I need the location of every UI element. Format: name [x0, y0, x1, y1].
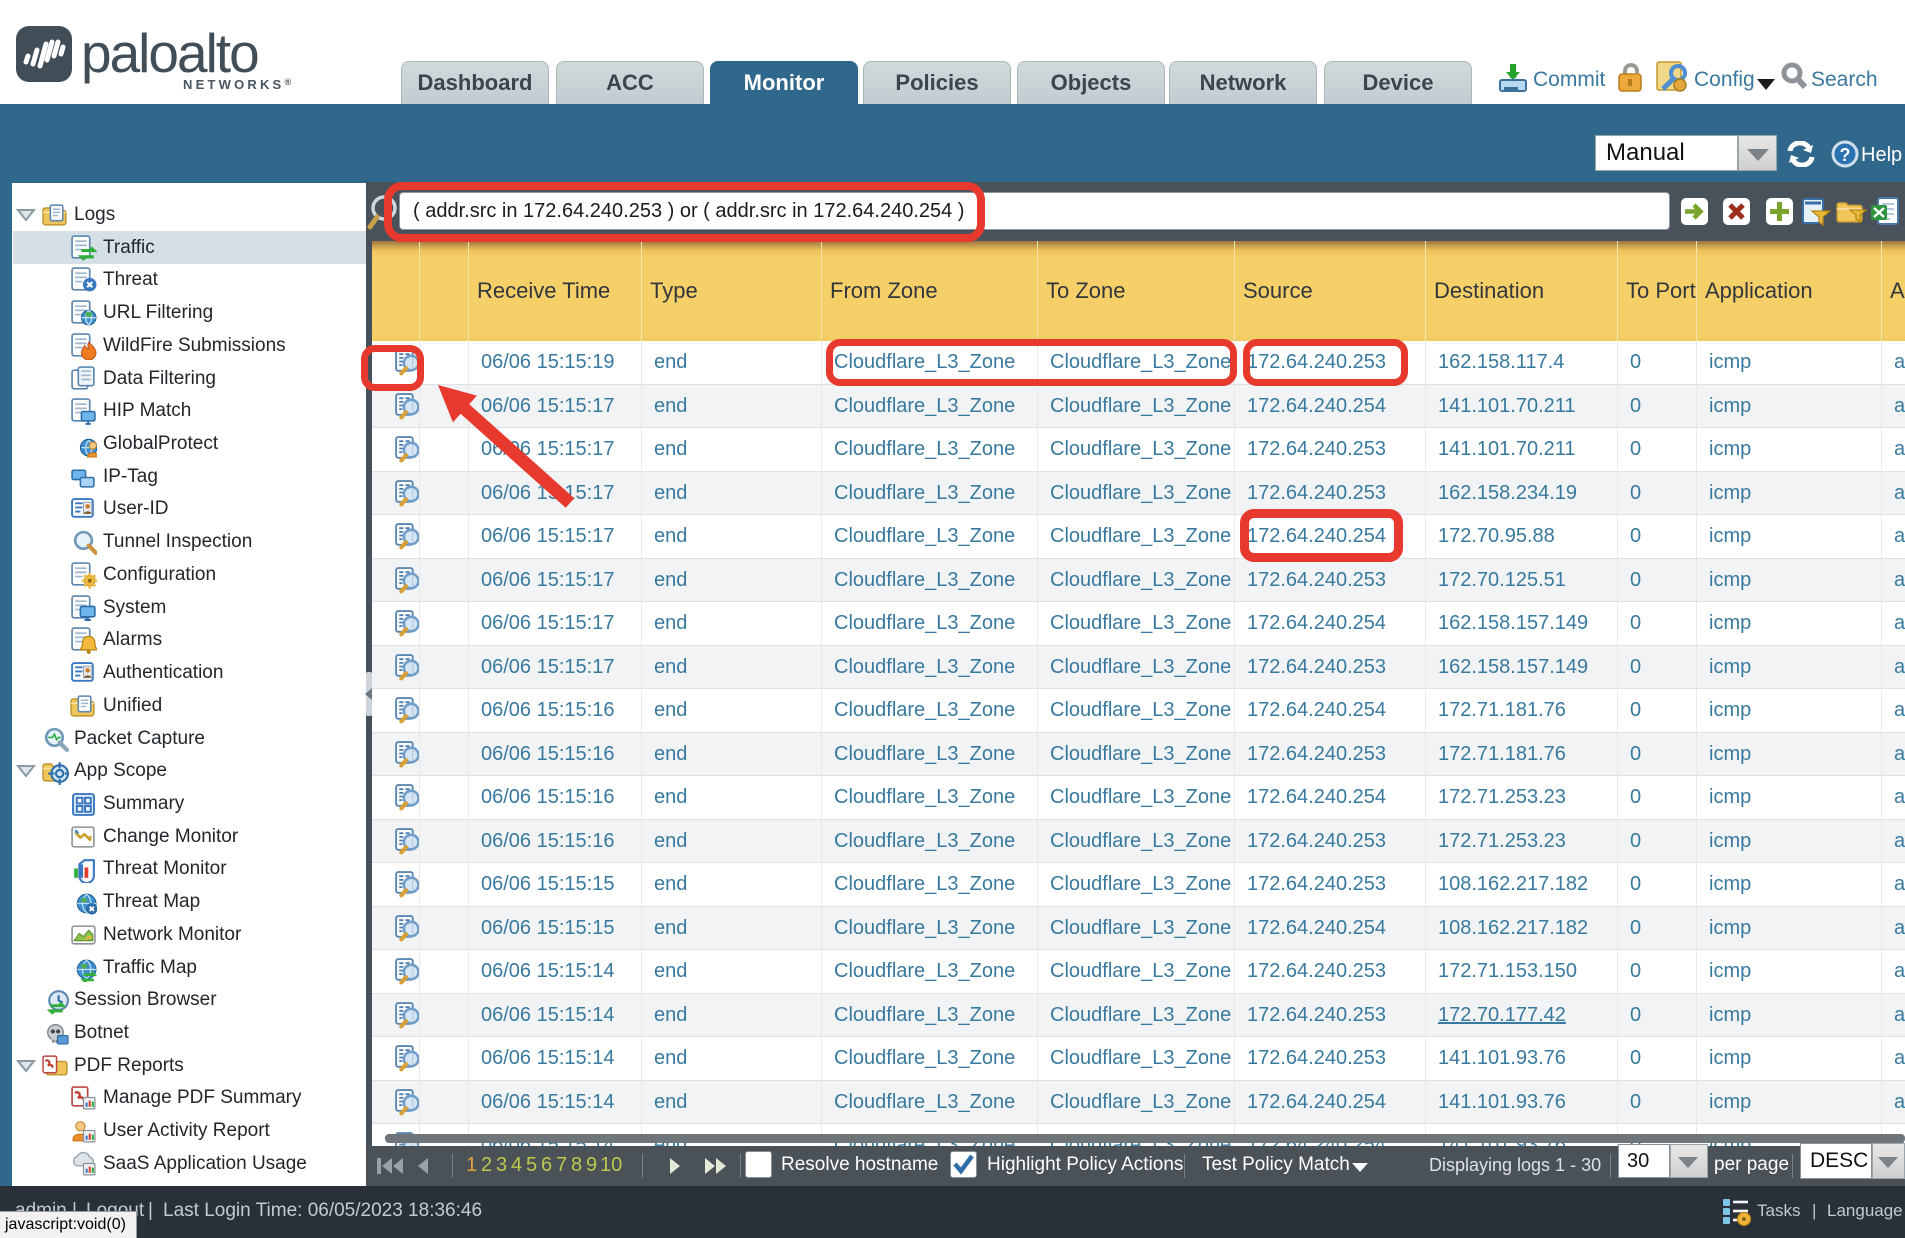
svg-text:?: ? [1840, 145, 1851, 165]
